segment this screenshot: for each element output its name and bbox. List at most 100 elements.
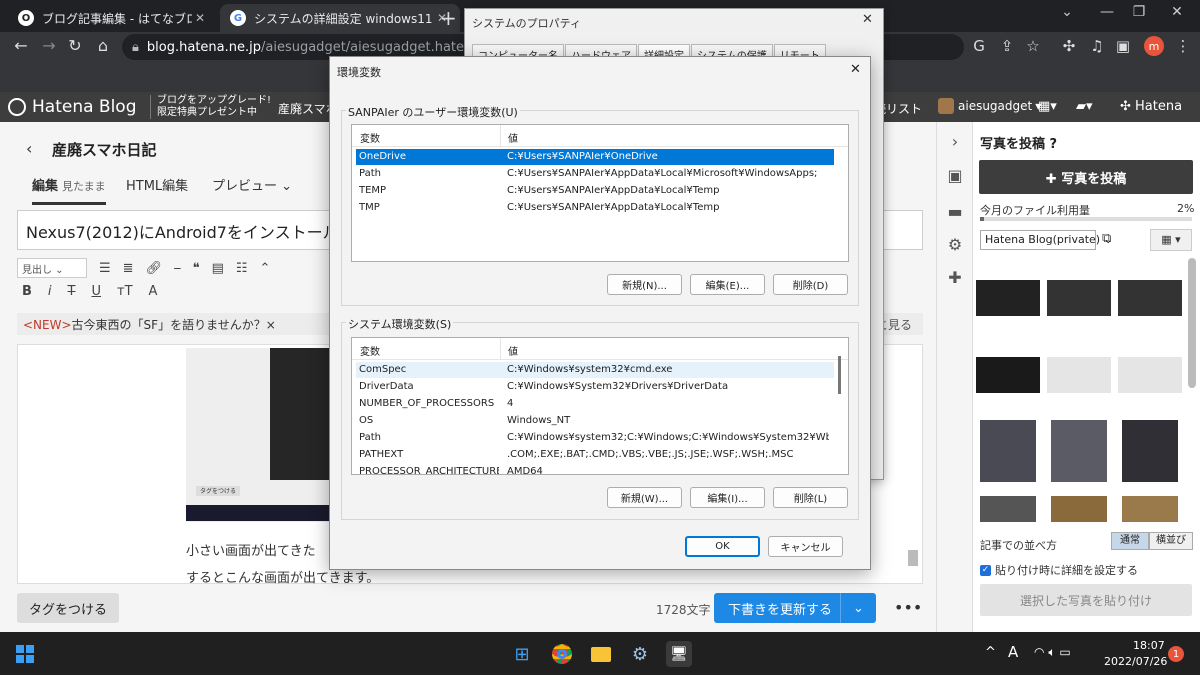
list-item[interactable]: OneDrive C:¥Users¥SANPAIer¥OneDrive bbox=[356, 149, 834, 165]
cancel-button[interactable]: キャンセル bbox=[768, 536, 843, 557]
list-item[interactable]: OS Windows_NT bbox=[356, 413, 834, 429]
photo-panel-scrollbar[interactable] bbox=[1188, 258, 1196, 388]
list-item[interactable]: NUMBER_OF_PROCESSORS 4 bbox=[356, 396, 834, 412]
profile-avatar[interactable]: m bbox=[1144, 36, 1164, 56]
system-list-scrollbar[interactable] bbox=[838, 356, 841, 394]
photo-thumbnail[interactable] bbox=[980, 496, 1036, 522]
column-header-value[interactable]: 値 bbox=[508, 130, 518, 145]
google-lens-icon[interactable]: G bbox=[968, 37, 990, 55]
table-icon[interactable]: ▤ bbox=[212, 261, 224, 276]
system-properties-app-icon[interactable]: 🖥︎ bbox=[666, 641, 692, 667]
photo-thumbnail[interactable] bbox=[1118, 357, 1182, 393]
start-menu-icon[interactable]: ⊞ bbox=[509, 641, 535, 667]
column-header-value[interactable]: 値 bbox=[508, 343, 518, 358]
list-item[interactable]: ComSpec C:¥Windows¥system32¥cmd.exe bbox=[356, 362, 834, 378]
clock-date[interactable]: 2022/07/26 bbox=[1104, 655, 1167, 668]
settings-gear-icon[interactable]: ⚙ bbox=[627, 641, 653, 667]
column-header-name[interactable]: 変数 bbox=[360, 130, 380, 145]
font-color-icon[interactable]: A bbox=[149, 284, 158, 299]
bookmark-star-icon[interactable]: ☆ bbox=[1022, 37, 1044, 55]
photo-thumbnail[interactable] bbox=[980, 420, 1036, 482]
share-icon[interactable]: ⇪ bbox=[996, 37, 1018, 55]
folder-icon[interactable]: ▬ bbox=[944, 202, 966, 221]
paste-selected-photo-button[interactable]: 選択した写真を貼り付け bbox=[980, 584, 1192, 616]
editor-scrollbar[interactable] bbox=[908, 550, 918, 566]
notifications-chat-icon[interactable]: ▰▾ bbox=[1076, 99, 1093, 114]
heading-select[interactable]: 見出し ⌄ bbox=[17, 258, 87, 278]
more-options-button[interactable]: ••• bbox=[894, 598, 922, 617]
photo-icon[interactable]: ▣ bbox=[944, 166, 966, 185]
reload-icon[interactable]: ↻ bbox=[64, 36, 86, 55]
add-tag-button[interactable]: タグをつける bbox=[17, 593, 119, 623]
photo-thumbnail[interactable] bbox=[1122, 420, 1178, 482]
file-explorer-icon[interactable] bbox=[588, 641, 614, 667]
photo-thumbnail[interactable] bbox=[1051, 496, 1107, 522]
ok-button[interactable]: OK bbox=[685, 536, 760, 557]
system-delete-button[interactable]: 削除(L) bbox=[773, 487, 848, 508]
system-variables-list[interactable]: 変数 値 ComSpec C:¥Windows¥system32¥cmd.exe … bbox=[351, 337, 849, 475]
windows-start-icon[interactable] bbox=[16, 645, 34, 663]
photo-thumbnail[interactable] bbox=[1047, 357, 1111, 393]
tab-html-edit[interactable]: HTML編集 bbox=[126, 175, 188, 194]
list-item[interactable]: TMP C:¥Users¥SANPAIer¥AppData¥Local¥Temp bbox=[356, 200, 834, 216]
body-text-line[interactable]: 小さい画面が出てきた bbox=[186, 540, 316, 559]
apps-grid-icon[interactable]: ▦▾ bbox=[1038, 99, 1057, 114]
clock-time[interactable]: 18:07 bbox=[1133, 639, 1165, 652]
list-item[interactable]: Path C:¥Windows¥system32;C:¥Windows;C:¥Wi… bbox=[356, 430, 834, 446]
photo-thumbnail[interactable] bbox=[976, 280, 1040, 316]
chevron-right-icon[interactable]: › bbox=[944, 132, 966, 151]
more-format-icon[interactable]: ☷ bbox=[236, 261, 248, 276]
user-new-button[interactable]: 新規(N)... bbox=[607, 274, 682, 295]
font-size-icon[interactable]: тT bbox=[117, 284, 133, 299]
hatena-brand-link[interactable]: ✣ Hatena bbox=[1120, 99, 1182, 114]
list-item[interactable]: Path C:¥Users¥SANPAIer¥AppData¥Local¥Micr… bbox=[356, 166, 834, 182]
underline-icon[interactable]: U bbox=[92, 284, 102, 299]
ime-indicator[interactable]: A bbox=[1008, 643, 1018, 661]
post-photo-button[interactable]: ✚ 写真を投稿 bbox=[979, 160, 1193, 194]
notification-badge[interactable]: 1 bbox=[1168, 646, 1184, 662]
chrome-icon[interactable] bbox=[549, 641, 575, 667]
maximize-icon[interactable]: ❐ bbox=[1124, 4, 1154, 20]
gear-icon[interactable]: ⚙ bbox=[944, 235, 966, 254]
quote-icon[interactable]: ❝ bbox=[193, 261, 200, 276]
user-edit-button[interactable]: 編集(E)... bbox=[690, 274, 765, 295]
bullet-list-icon[interactable]: ☰ bbox=[99, 261, 111, 276]
help-icon[interactable]: ? bbox=[1050, 137, 1058, 152]
user-menu[interactable]: aiesugadget ▾ bbox=[938, 98, 1041, 114]
numbered-list-icon[interactable]: ≣ bbox=[123, 261, 134, 276]
update-draft-button[interactable]: 下書きを更新する ⌄ bbox=[714, 593, 876, 623]
home-icon[interactable]: ⌂ bbox=[92, 36, 114, 55]
sort-side-by-side-button[interactable]: 横並び bbox=[1149, 532, 1193, 550]
chevron-up-icon[interactable]: ^ bbox=[985, 645, 996, 660]
system-edit-button[interactable]: 編集(I)... bbox=[690, 487, 765, 508]
tab-google-search[interactable]: G システムの詳細設定 windows11 - G ✕ bbox=[220, 4, 460, 32]
close-icon[interactable]: ✕ bbox=[862, 12, 873, 27]
tray-wifi-volume-battery[interactable]: ◠ 🔈︎ ▭ bbox=[1034, 645, 1071, 660]
chevron-down-icon[interactable]: ⌄ bbox=[840, 593, 876, 623]
minimize-icon[interactable]: — bbox=[1092, 4, 1122, 20]
close-window-icon[interactable]: ✕ bbox=[1162, 4, 1192, 20]
checkbox-checked-icon[interactable]: ✓ bbox=[980, 564, 991, 576]
menu-icon[interactable]: ⋮ bbox=[1172, 37, 1194, 55]
tab-search-icon[interactable]: ⌄ bbox=[1052, 4, 1082, 20]
list-item[interactable]: PATHEXT .COM;.EXE;.BAT;.CMD;.VBS;.VBE;.JS… bbox=[356, 447, 834, 463]
horizontal-rule-icon[interactable]: ⎯ bbox=[174, 261, 181, 276]
photo-thumbnail[interactable] bbox=[1051, 420, 1107, 482]
media-control-icon[interactable]: ♫ bbox=[1086, 37, 1108, 55]
photo-thumbnail[interactable] bbox=[1122, 496, 1178, 522]
list-item[interactable]: TEMP C:¥Users¥SANPAIer¥AppData¥Local¥Temp bbox=[356, 183, 834, 199]
plus-icon[interactable]: ✚ bbox=[944, 268, 966, 287]
grid-view-toggle[interactable]: ▦ ▾ bbox=[1150, 229, 1192, 251]
tab-preview[interactable]: プレビュー ⌄ bbox=[212, 175, 292, 194]
list-item[interactable]: PROCESSOR_ARCHITECTURE AMD64 bbox=[356, 464, 834, 474]
extensions-icon[interactable]: ✣ bbox=[1058, 37, 1080, 55]
paste-detail-checkbox[interactable]: ✓ 貼り付け時に詳細を設定する bbox=[980, 562, 1138, 578]
italic-icon[interactable]: i bbox=[48, 284, 52, 299]
back-arrow-icon[interactable]: ← bbox=[10, 36, 32, 55]
album-select[interactable]: Hatena Blog(private) ⌄ bbox=[980, 230, 1113, 250]
close-icon[interactable]: ✕ bbox=[192, 11, 208, 25]
close-icon[interactable]: ✕ bbox=[850, 62, 861, 77]
back-chevron-icon[interactable]: ‹ bbox=[26, 139, 32, 158]
list-item[interactable]: DriverData C:¥Windows¥System32¥Drivers¥Dr… bbox=[356, 379, 834, 395]
upgrade-banner[interactable]: ブログをアップグレード! 限定特典プレゼント中 bbox=[150, 95, 271, 119]
